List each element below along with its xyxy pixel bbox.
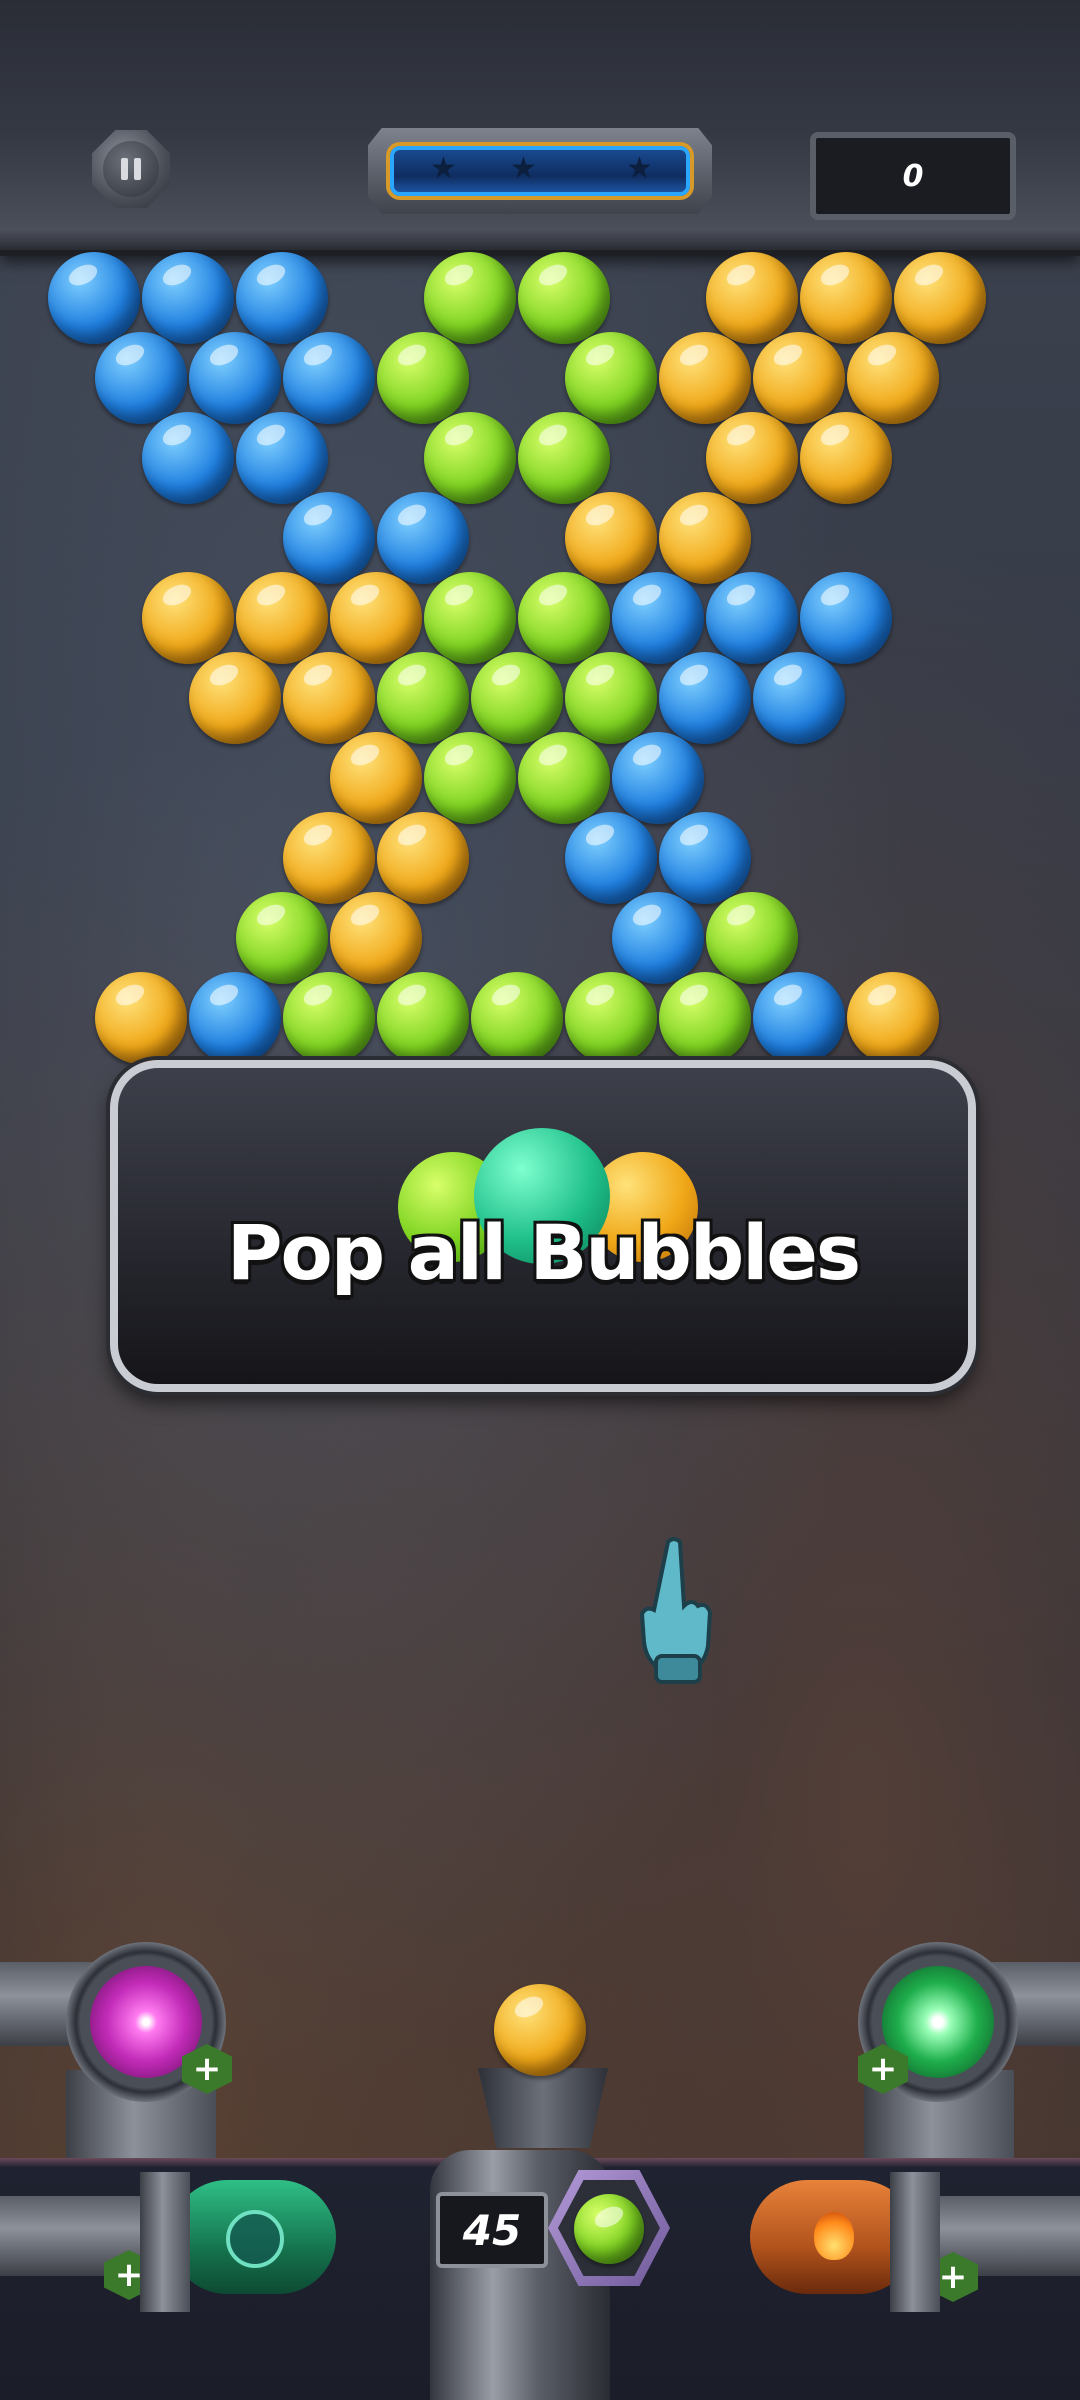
pipe bbox=[890, 2172, 940, 2312]
blue-bubble bbox=[236, 252, 328, 344]
green-bubble bbox=[518, 732, 610, 824]
next-bubble bbox=[574, 2194, 644, 2264]
green-bubble bbox=[236, 892, 328, 984]
yellow-bubble bbox=[330, 892, 422, 984]
pause-button[interactable] bbox=[92, 130, 170, 208]
moves-value: 45 bbox=[462, 2205, 522, 2255]
yellow-bubble bbox=[753, 332, 845, 424]
yellow-bubble bbox=[706, 412, 798, 504]
yellow-bubble bbox=[800, 252, 892, 344]
yellow-bubble bbox=[330, 732, 422, 824]
green-bubble bbox=[424, 412, 516, 504]
star-progress-bar: ★ ★ ★ bbox=[368, 128, 712, 214]
current-bubble[interactable] bbox=[494, 1984, 586, 2076]
green-bubble bbox=[518, 572, 610, 664]
yellow-bubble bbox=[95, 972, 187, 1064]
yellow-bubble bbox=[706, 252, 798, 344]
green-bubble bbox=[706, 892, 798, 984]
green-bubble bbox=[377, 652, 469, 744]
blue-bubble bbox=[753, 972, 845, 1064]
green-bubble bbox=[518, 252, 610, 344]
blue-bubble bbox=[142, 252, 234, 344]
pipe bbox=[140, 2172, 190, 2312]
green-bubble bbox=[471, 652, 563, 744]
blue-bubble bbox=[706, 572, 798, 664]
blue-bubble bbox=[612, 892, 704, 984]
blue-bubble bbox=[612, 732, 704, 824]
launcher-nozzle bbox=[478, 2068, 608, 2148]
yellow-bubble bbox=[236, 572, 328, 664]
green-bubble bbox=[518, 412, 610, 504]
blue-bubble bbox=[142, 412, 234, 504]
star-icon: ★ bbox=[430, 151, 457, 186]
green-bubble bbox=[377, 332, 469, 424]
top-bar: ★ ★ ★ 0 bbox=[0, 0, 1080, 256]
yellow-bubble bbox=[659, 332, 751, 424]
blue-bubble bbox=[95, 332, 187, 424]
score-value: 0 bbox=[902, 158, 924, 194]
blue-bubble bbox=[753, 652, 845, 744]
blue-bubble bbox=[800, 572, 892, 664]
yellow-bubble bbox=[377, 812, 469, 904]
blue-bubble bbox=[565, 812, 657, 904]
green-bubble bbox=[377, 972, 469, 1064]
blue-bubble bbox=[236, 412, 328, 504]
blue-bubble bbox=[659, 812, 751, 904]
yellow-bubble bbox=[330, 572, 422, 664]
yellow-bubble bbox=[283, 652, 375, 744]
green-bubble bbox=[659, 972, 751, 1064]
yellow-bubble bbox=[142, 572, 234, 664]
score-display: 0 bbox=[810, 132, 1016, 220]
green-bubble bbox=[424, 572, 516, 664]
star-icon: ★ bbox=[626, 151, 653, 186]
banner-title: Pop all Bubbles bbox=[226, 1208, 861, 1297]
yellow-bubble bbox=[894, 252, 986, 344]
blue-bubble bbox=[189, 332, 281, 424]
blue-bubble bbox=[612, 572, 704, 664]
blue-bubble bbox=[48, 252, 140, 344]
blue-bubble bbox=[659, 652, 751, 744]
blue-bubble bbox=[189, 972, 281, 1064]
objective-banner: Pop all Bubbles bbox=[110, 1060, 976, 1392]
fire-icon bbox=[814, 2212, 854, 2260]
pointer-hand-icon bbox=[639, 1537, 713, 1684]
bubble-booster[interactable] bbox=[170, 2180, 336, 2294]
green-bubble bbox=[565, 652, 657, 744]
pause-icon bbox=[103, 141, 159, 197]
green-bubble bbox=[565, 332, 657, 424]
green-bubble bbox=[424, 732, 516, 824]
yellow-bubble bbox=[847, 332, 939, 424]
blue-bubble bbox=[283, 332, 375, 424]
moves-counter: 45 bbox=[436, 2192, 548, 2268]
yellow-bubble bbox=[283, 812, 375, 904]
green-bubble bbox=[424, 252, 516, 344]
yellow-bubble bbox=[847, 972, 939, 1064]
bubble-booster-icon bbox=[226, 2210, 284, 2268]
green-bubble bbox=[283, 972, 375, 1064]
yellow-bubble bbox=[565, 492, 657, 584]
green-bubble bbox=[565, 972, 657, 1064]
star-icon: ★ bbox=[510, 151, 537, 186]
yellow-bubble bbox=[189, 652, 281, 744]
blue-bubble bbox=[377, 492, 469, 584]
blue-bubble bbox=[283, 492, 375, 584]
green-bubble bbox=[471, 972, 563, 1064]
yellow-bubble bbox=[659, 492, 751, 584]
yellow-bubble bbox=[800, 412, 892, 504]
